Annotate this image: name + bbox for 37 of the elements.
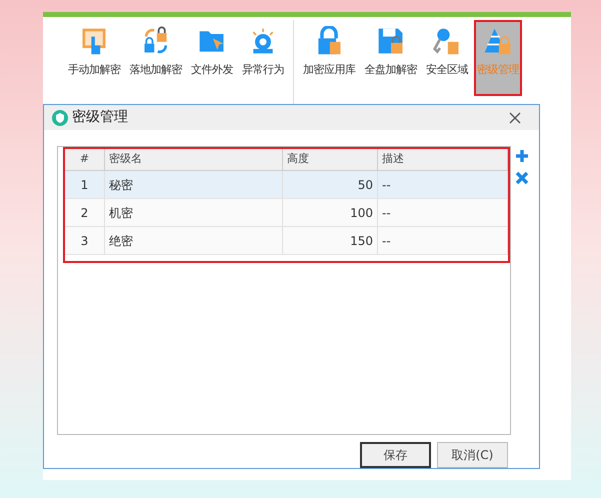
- ribbon-button[interactable]: 异常行为: [239, 20, 287, 96]
- table-cell: 3: [65, 227, 105, 254]
- delete-icon: [515, 171, 529, 185]
- close-icon: [509, 112, 521, 124]
- add-icon: [515, 149, 529, 163]
- table-cell: 绝密: [105, 227, 283, 254]
- shield-icon: [52, 110, 68, 126]
- pyramid-padlock-icon: [483, 26, 513, 56]
- column-header[interactable]: 密级名: [105, 149, 283, 170]
- close-button[interactable]: [507, 110, 523, 126]
- add-button[interactable]: [515, 149, 529, 163]
- ribbon-button[interactable]: 文件外发: [188, 20, 236, 96]
- table-cell: 50: [283, 171, 378, 198]
- dialog-button[interactable]: 保存: [360, 442, 431, 468]
- delete-button[interactable]: [515, 171, 529, 185]
- column-header[interactable]: 高度: [283, 149, 378, 170]
- column-header[interactable]: #: [65, 149, 105, 170]
- column-header[interactable]: 描述: [378, 149, 508, 170]
- ribbon-button[interactable]: 安全区域: [423, 20, 471, 96]
- table-cell: 机密: [105, 199, 283, 226]
- ribbon-button[interactable]: 落地加解密: [126, 20, 185, 96]
- ribbon-button[interactable]: 全盘加解密: [362, 20, 420, 96]
- table-cell: 1: [65, 171, 105, 198]
- ribbon-button[interactable]: 加密应用库: [300, 20, 358, 96]
- ribbon-button[interactable]: 手动加解密: [65, 20, 124, 96]
- table-cell: --: [378, 171, 508, 198]
- table-cell: 秘密: [105, 171, 283, 198]
- dialog-title: 密级管理: [72, 108, 128, 127]
- table-cell: 2: [65, 199, 105, 226]
- table-cell: 150: [283, 227, 378, 254]
- table-cell: 100: [283, 199, 378, 226]
- dialog-button[interactable]: 取消(C): [437, 442, 508, 468]
- table-cell: --: [378, 227, 508, 254]
- table-row[interactable]: 3 绝密 150 --: [65, 227, 508, 255]
- table-row[interactable]: 2 机密 100 --: [65, 199, 508, 227]
- table-row[interactable]: 1 秘密 50 --: [65, 171, 508, 199]
- table-cell: --: [378, 199, 508, 226]
